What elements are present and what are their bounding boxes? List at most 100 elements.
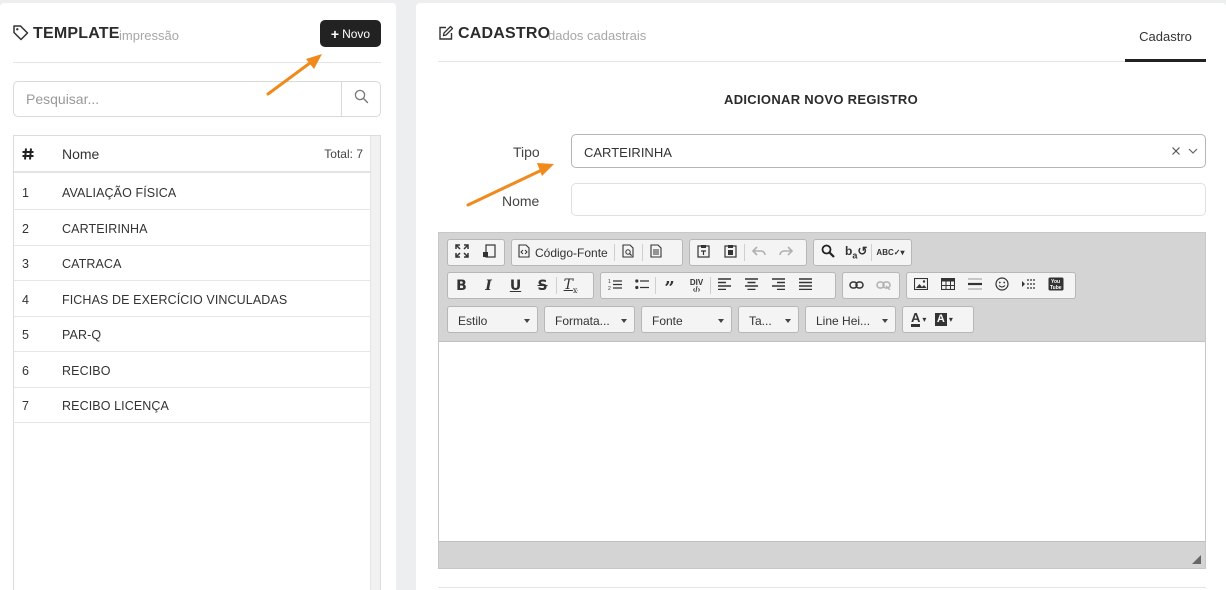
new-template-button[interactable]: + Novo <box>320 20 381 47</box>
search-button[interactable] <box>341 82 380 116</box>
table-row[interactable]: 4 FICHAS DE EXERCÍCIO VINCULADAS <box>14 281 371 317</box>
unlink-button[interactable] <box>870 273 897 298</box>
style-combo[interactable]: Estilo <box>447 306 538 333</box>
div-container-button[interactable]: DIV ‹/› <box>683 273 710 298</box>
resize-handle[interactable] <box>1192 555 1201 564</box>
smiley-button[interactable] <box>988 273 1015 298</box>
svg-text:1: 1 <box>608 279 611 285</box>
tab-cadastro[interactable]: Cadastro <box>1125 27 1206 63</box>
show-blocks-button[interactable] <box>475 240 502 265</box>
table-button[interactable] <box>934 273 961 298</box>
chevron-down-icon[interactable] <box>1187 143 1199 160</box>
show-blocks-icon <box>482 244 496 261</box>
preview-button[interactable] <box>615 240 642 265</box>
align-left-button[interactable] <box>711 273 738 298</box>
remove-format-button[interactable]: Tx <box>557 273 584 298</box>
clear-icon[interactable] <box>1171 143 1181 159</box>
source-code-label: Código-Fonte <box>535 245 608 260</box>
source-code-icon <box>518 244 530 261</box>
paste-text-icon <box>697 244 710 261</box>
line-height-combo[interactable]: Line Hei... <box>805 306 896 333</box>
replace-icon: ba↺ <box>845 244 868 261</box>
image-button[interactable] <box>907 273 934 298</box>
hash-icon <box>22 147 34 163</box>
tag-icon <box>12 24 29 45</box>
column-header-name[interactable]: Nome <box>62 146 99 162</box>
active-tab-indicator <box>1125 59 1206 62</box>
style-combo-label: Estilo <box>458 314 488 328</box>
dropdown-arrow-icon: ▾ <box>922 315 927 324</box>
strikethrough-button[interactable]: S <box>529 273 556 298</box>
blockquote-button[interactable]: ” <box>656 273 683 299</box>
table-row[interactable]: 2 CARTEIRINHA <box>14 210 371 246</box>
row-number: 3 <box>22 257 29 271</box>
row-number: 1 <box>22 186 29 200</box>
plus-icon: + <box>330 25 340 42</box>
link-icon <box>849 278 864 293</box>
toolbar-group-find: ba↺ ABC✓▾ <box>813 239 912 266</box>
templates-button[interactable] <box>643 240 670 265</box>
cadastro-panel: CADASTRO dados cadastrais Cadastro ADICI… <box>416 3 1226 590</box>
row-name: CATRACA <box>62 257 122 271</box>
spellcheck-icon: ABC✓▾ <box>876 248 905 257</box>
table-row[interactable]: 6 RECIBO <box>14 352 371 388</box>
link-button[interactable] <box>843 273 870 298</box>
youtube-button[interactable]: You Tube <box>1042 273 1069 298</box>
table-row[interactable]: 3 CATRACA <box>14 245 371 281</box>
format-combo[interactable]: Formata... <box>544 306 635 333</box>
table-row[interactable]: 7 RECIBO LICENÇA <box>14 387 371 423</box>
replace-button[interactable]: ba↺ <box>841 240 871 265</box>
tipo-selected-value: CARTEIRINHA <box>584 145 672 160</box>
table-scrollbar[interactable] <box>370 136 380 590</box>
editor-footer <box>439 542 1205 568</box>
maximize-button[interactable] <box>448 240 475 265</box>
tipo-select[interactable]: CARTEIRINHA <box>571 134 1206 168</box>
table-row[interactable]: 5 PAR-Q <box>14 316 371 352</box>
nome-input[interactable] <box>571 183 1206 216</box>
font-combo[interactable]: Fonte <box>641 306 732 333</box>
search-input[interactable] <box>14 82 341 116</box>
table-row[interactable]: 1 AVALIAÇÃO FÍSICA <box>14 174 371 210</box>
form-title: ADICIONAR NOVO REGISTRO <box>724 92 918 107</box>
svg-text:Tube: Tube <box>1050 285 1062 291</box>
italic-button[interactable]: I <box>475 273 502 298</box>
paste-text-button[interactable] <box>690 240 717 265</box>
undo-button[interactable] <box>745 240 772 265</box>
rich-text-editor: Código-Fonte ba↺ ABC✓▾ B I U S Tx 1 2 ” … <box>438 232 1206 569</box>
redo-button[interactable] <box>772 240 799 265</box>
dropdown-arrow-icon <box>882 319 888 323</box>
paste-word-button[interactable] <box>717 240 744 265</box>
editor-content-area[interactable] <box>439 341 1205 542</box>
find-button[interactable] <box>814 240 841 265</box>
row-number: 7 <box>22 399 29 413</box>
bulleted-list-button[interactable] <box>628 273 655 298</box>
format-combo-label: Formata... <box>555 314 610 328</box>
page-break-button[interactable] <box>1015 273 1042 298</box>
row-number: 5 <box>22 328 29 342</box>
bold-button[interactable]: B <box>448 273 475 298</box>
spellcheck-button[interactable]: ABC✓▾ <box>872 240 908 265</box>
justify-button[interactable] <box>792 273 819 298</box>
size-combo[interactable]: Ta... <box>738 306 799 333</box>
horizontal-line-button[interactable] <box>961 273 988 298</box>
image-icon <box>913 277 928 293</box>
underline-button[interactable]: U <box>502 273 529 298</box>
font-combo-label: Fonte <box>652 314 683 328</box>
background-color-button[interactable]: A ▾ <box>930 307 957 332</box>
align-center-button[interactable] <box>738 273 765 298</box>
row-name: FICHAS DE EXERCÍCIO VINCULADAS <box>62 293 288 307</box>
text-color-button[interactable]: A ▾ <box>903 307 930 332</box>
numbered-list-button[interactable]: 12 <box>601 273 628 298</box>
div-icon: DIV ‹/› <box>689 277 704 294</box>
toolbar-group-insert: You Tube <box>906 272 1076 299</box>
size-combo-label: Ta... <box>749 314 772 328</box>
page-break-icon <box>1021 278 1036 293</box>
header-divider <box>13 62 381 63</box>
toolbar-group-colors: A ▾ A ▾ <box>902 306 974 333</box>
align-center-icon <box>745 278 758 293</box>
toolbar-group-document <box>447 239 505 266</box>
source-code-button[interactable]: Código-Fonte <box>512 240 614 265</box>
nome-label: Nome <box>502 193 540 209</box>
row-number: 4 <box>22 293 29 307</box>
align-right-button[interactable] <box>765 273 792 298</box>
